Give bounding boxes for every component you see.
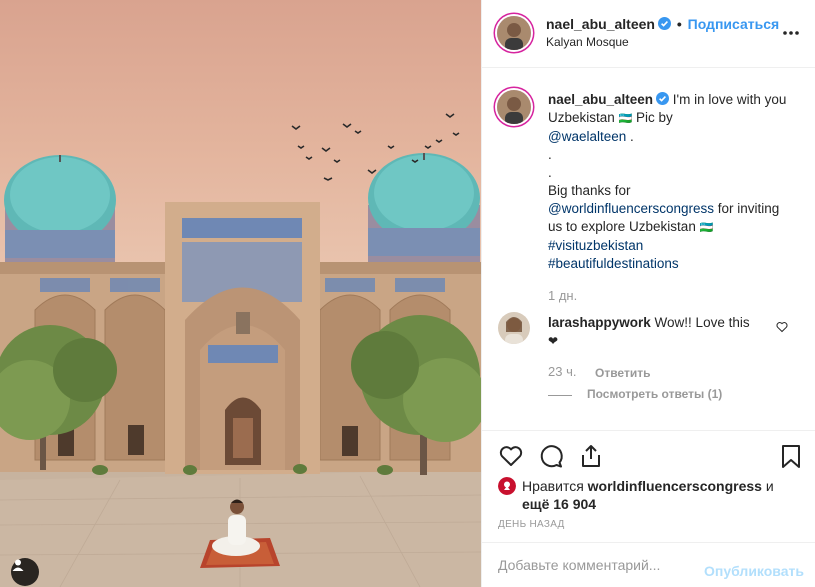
add-comment-bar: Опубликовать: [482, 542, 815, 587]
caption-username[interactable]: nael_abu_alteen: [548, 92, 653, 107]
caption-dot-2: .: [548, 165, 552, 180]
post-comment-button[interactable]: Опубликовать: [704, 563, 804, 579]
avatar[interactable]: [497, 16, 531, 50]
hashtag-visituzbekistan[interactable]: #visituzbekistan: [548, 238, 643, 253]
caption-text-4: Big thanks for: [548, 183, 631, 198]
header-user-line: nael_abu_alteen • Подписаться: [546, 16, 779, 32]
verified-badge-icon: [657, 17, 671, 30]
view-replies-button[interactable]: Посмотреть ответы (1): [587, 387, 722, 401]
replies-divider: [548, 395, 572, 396]
post-header: nael_abu_alteen • Подписаться Kalyan Mos…: [482, 0, 815, 68]
post-caption: nael_abu_alteen I'm in love with you Uzb…: [548, 91, 788, 273]
user-tag-button[interactable]: [11, 558, 39, 586]
comment-username[interactable]: larashappywork: [548, 315, 651, 330]
caption-text-3: .: [626, 129, 634, 144]
comment-timestamp[interactable]: 23 ч.: [548, 364, 576, 379]
caption-mention-worldinfluencerscongress[interactable]: @worldinfluencerscongress: [548, 201, 714, 216]
caption-dot-1: .: [548, 147, 552, 162]
post-actions: Нравится worldinfluencerscongress и ещё …: [482, 430, 815, 542]
caption-timestamp[interactable]: 1 дн.: [548, 288, 577, 303]
likes-avatar[interactable]: [498, 477, 516, 495]
likes-summary[interactable]: Нравится worldinfluencerscongress и ещё …: [522, 477, 802, 513]
user-tag-icon: [12, 559, 24, 571]
flag-emoji-icon: 🇺🇿: [618, 112, 633, 125]
comment-like-heart-icon[interactable]: [776, 321, 788, 333]
likes-and: и: [761, 478, 774, 494]
flag-emoji-icon: 🇺🇿: [699, 221, 714, 234]
header-username[interactable]: nael_abu_alteen: [546, 16, 655, 32]
comment-text: larashappywork Wow!! Love this ❤: [548, 314, 758, 350]
heart-emoji-icon: ❤: [548, 334, 559, 348]
post-date[interactable]: ДЕНЬ НАЗАД: [498, 519, 565, 530]
reply-button[interactable]: Ответить: [595, 366, 650, 380]
location-link[interactable]: Kalyan Mosque: [546, 35, 629, 49]
post-side-panel: nael_abu_alteen • Подписаться Kalyan Mos…: [481, 0, 815, 587]
caption-mention-waelalteen[interactable]: @waelalteen: [548, 129, 626, 144]
more-options-icon[interactable]: [782, 24, 800, 42]
caption-text-2: Pic by: [632, 110, 673, 125]
follow-button[interactable]: Подписаться: [688, 16, 780, 32]
likes-prefix: Нравится: [522, 478, 588, 494]
bookmark-icon[interactable]: [778, 443, 804, 469]
comment-input[interactable]: [498, 543, 708, 587]
post-photo[interactable]: [0, 0, 481, 587]
header-separator: •: [676, 16, 682, 32]
comment-avatar[interactable]: [498, 312, 530, 344]
share-icon[interactable]: [578, 443, 604, 469]
likes-count[interactable]: ещё 16 904: [522, 496, 596, 512]
comment-icon[interactable]: [538, 443, 564, 469]
likes-user[interactable]: worldinfluencerscongress: [588, 478, 762, 494]
comments-area[interactable]: nael_abu_alteen I'm in love with you Uzb…: [482, 69, 815, 430]
hashtag-beautifuldestinations[interactable]: #beautifuldestinations: [548, 256, 679, 271]
comment-body: Wow!! Love this: [650, 315, 750, 330]
caption-avatar[interactable]: [497, 90, 531, 124]
verified-badge-icon: [656, 92, 670, 105]
heart-icon[interactable]: [498, 443, 524, 469]
